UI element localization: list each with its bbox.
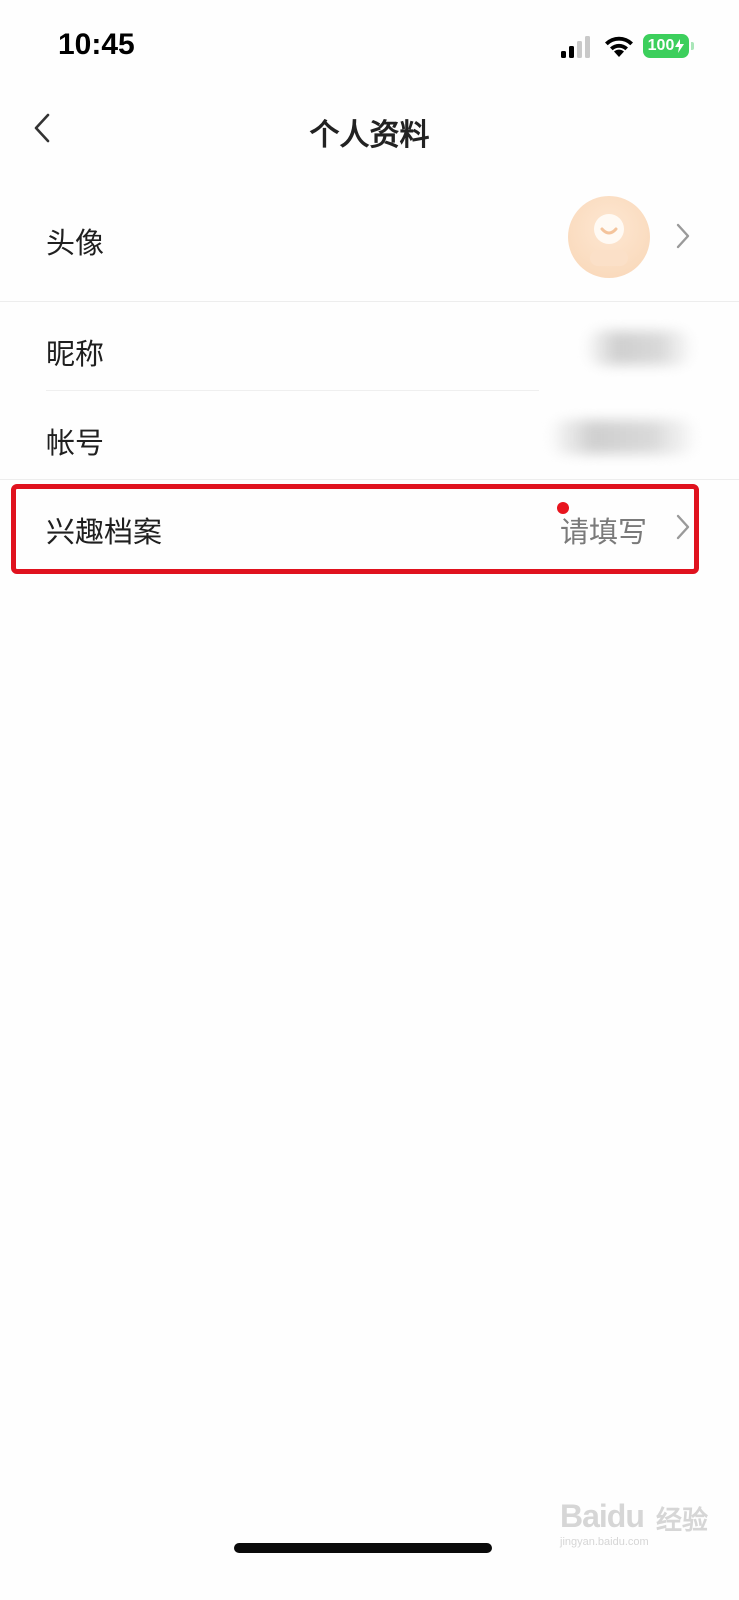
account-label: 帐号 xyxy=(46,426,105,460)
interest-profile-value: 请填写 xyxy=(560,515,648,549)
default-avatar-icon xyxy=(590,214,628,266)
signal-icon xyxy=(561,36,590,58)
battery-cap xyxy=(691,42,694,50)
status-time: 10:45 xyxy=(58,28,135,61)
home-indicator[interactable] xyxy=(234,1543,492,1553)
watermark-url: jingyan.baidu.com xyxy=(560,1536,649,1548)
row-divider xyxy=(46,390,539,391)
battery-icon: 100 xyxy=(643,34,694,58)
avatar[interactable] xyxy=(568,196,650,278)
avatar-row[interactable]: 头像 xyxy=(0,190,739,302)
nickname-row[interactable]: 昵称 xyxy=(0,303,739,391)
interest-profile-label: 兴趣档案 xyxy=(46,515,163,549)
battery-level: 100 xyxy=(647,37,675,54)
wifi-icon xyxy=(605,36,633,57)
account-row[interactable]: 帐号 xyxy=(0,392,739,480)
chevron-right-icon xyxy=(676,223,690,249)
chevron-right-icon xyxy=(676,514,690,540)
watermark-logo: Baidu xyxy=(560,1498,645,1534)
page-title: 个人资料 xyxy=(309,118,430,153)
account-value-blurred xyxy=(548,420,698,454)
charging-icon xyxy=(675,39,685,53)
nickname-value-blurred xyxy=(584,331,694,365)
nickname-label: 昵称 xyxy=(46,337,105,371)
watermark-text: 经验 xyxy=(656,1505,709,1535)
watermark: Baidu 经验 jingyan.baidu.com xyxy=(560,1490,720,1550)
profile-screen: 10:45 100 个人资料 头像 昵称 帐号 兴趣档案 请填写 Baidu 经… xyxy=(0,0,739,1600)
interest-profile-row[interactable]: 兴趣档案 请填写 xyxy=(0,481,739,573)
status-bar: 10:45 100 xyxy=(0,0,739,92)
navigation-bar: 个人资料 xyxy=(0,92,739,166)
avatar-label: 头像 xyxy=(46,226,105,260)
